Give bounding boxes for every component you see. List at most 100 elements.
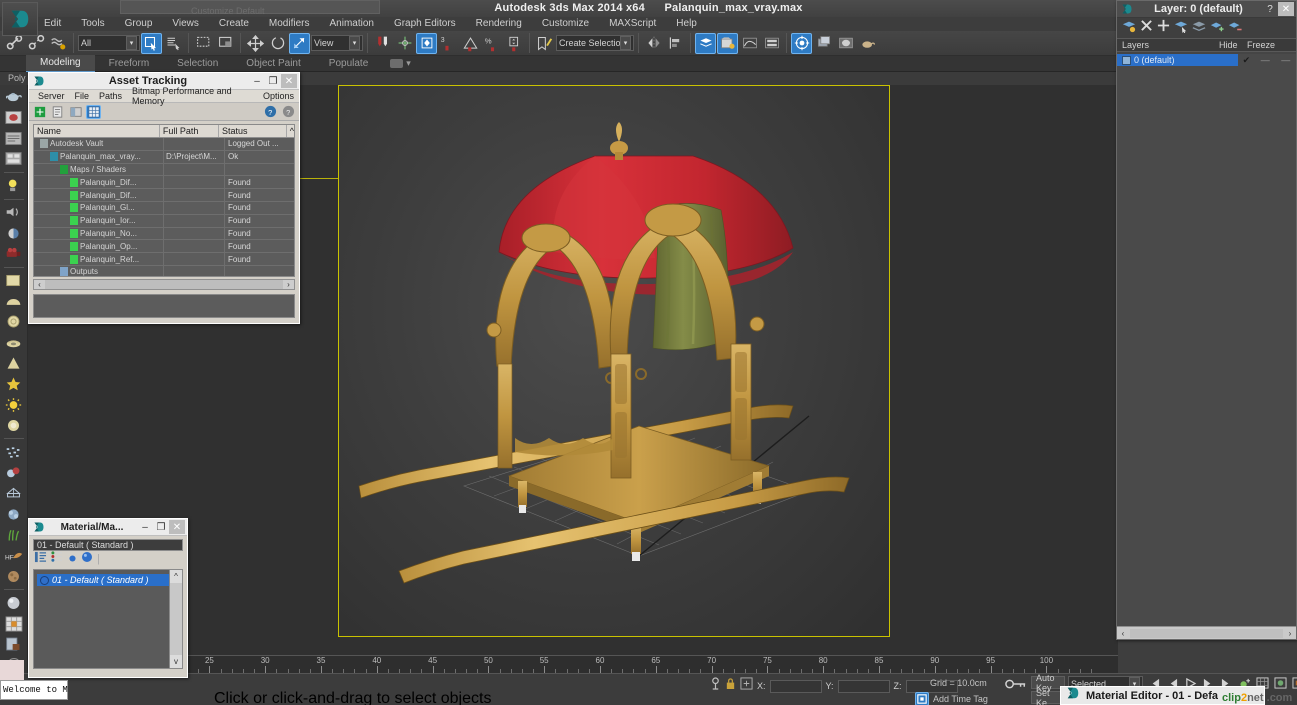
cone-primitive-icon[interactable] — [2, 353, 26, 373]
layer-list[interactable]: 0 (default) ✔ — — — [1117, 54, 1296, 626]
percent-snap-toggle-icon[interactable]: % — [482, 33, 503, 54]
menu-item-graph-editors[interactable]: Graph Editors — [384, 17, 466, 31]
asset-tracking-icon[interactable] — [717, 32, 738, 54]
render-frame-buffer-icon[interactable] — [2, 149, 26, 169]
snaps-toggle-icon[interactable] — [416, 32, 437, 54]
highlight-layer-icon[interactable] — [1192, 19, 1206, 38]
window-crossing-toggle-icon[interactable] — [215, 33, 236, 54]
time-tag-icon[interactable] — [915, 692, 929, 705]
utilities-icon[interactable] — [2, 635, 26, 655]
column-header-hide[interactable]: Hide — [1219, 40, 1247, 50]
layer-freeze-toggle[interactable]: — — [1255, 55, 1275, 65]
camera-target-icon[interactable] — [2, 223, 26, 243]
asset-row[interactable]: Palanquin_Dif... Found — [34, 189, 294, 202]
sphere-render-icon[interactable] — [2, 593, 26, 613]
scroll-up-icon[interactable]: ^ — [287, 125, 294, 137]
x-field[interactable] — [769, 679, 822, 693]
rendered-frame-window-icon[interactable] — [835, 33, 856, 54]
tab-populate[interactable]: Populate — [315, 56, 382, 72]
render-production-icon[interactable] — [857, 33, 878, 54]
asset-menu-file[interactable]: File — [70, 91, 95, 101]
detail-view-icon[interactable] — [68, 105, 83, 119]
named-selection-set-combo[interactable]: Create Selection Se▾ — [556, 35, 634, 51]
help-icon[interactable]: ? — [1262, 2, 1278, 16]
asset-row[interactable]: Palanquin_No... Found — [34, 227, 294, 241]
teapot-primitive-icon[interactable] — [2, 87, 26, 107]
tab-freeform[interactable]: Freeform — [95, 56, 164, 72]
asset-menu-paths[interactable]: Paths — [94, 91, 127, 101]
add-to-layer-icon[interactable] — [1157, 19, 1170, 37]
audio-helper-icon[interactable] — [2, 202, 26, 222]
ribbon-minimize-icon[interactable] — [390, 59, 404, 68]
render-preview-icon[interactable] — [2, 108, 26, 128]
sphere-primitive-icon[interactable] — [2, 291, 26, 311]
browser-tree-icon[interactable] — [51, 550, 64, 568]
minimize-button[interactable]: – — [137, 520, 153, 534]
small-material-sphere-icon[interactable] — [68, 550, 77, 568]
cylinder-primitive-icon[interactable] — [2, 312, 26, 332]
scroll-right-icon[interactable]: › — [283, 280, 294, 289]
select-object-icon[interactable] — [141, 32, 162, 54]
scroll-right-icon[interactable]: › — [1284, 629, 1296, 638]
layer-hscrollbar[interactable]: ‹ › — [1117, 626, 1296, 639]
help-secondary-icon[interactable]: ? — [281, 105, 296, 119]
material-list-item[interactable]: 01 - Default ( Standard ) — [37, 574, 179, 586]
edit-named-selection-sets-icon[interactable] — [534, 33, 555, 54]
select-layer-objects-icon[interactable] — [1174, 19, 1188, 38]
selection-filter-combo[interactable]: All ▾ — [78, 35, 140, 51]
y-field[interactable] — [837, 679, 890, 693]
scroll-thumb[interactable] — [45, 280, 283, 289]
layer-row-selected[interactable]: 0 (default) — [1117, 54, 1238, 66]
layer-row[interactable]: 0 (default) ✔ — — — [1117, 54, 1296, 66]
compound-object-icon[interactable] — [2, 504, 26, 524]
asset-row[interactable]: Palanquin_Dif... Found — [34, 176, 294, 190]
column-header-layers[interactable]: Layers — [1117, 40, 1219, 50]
scroll-down-icon[interactable]: v — [170, 655, 182, 668]
chevron-down-icon[interactable]: ▾ — [349, 36, 360, 50]
maximize-viewport-icon[interactable] — [1292, 676, 1297, 694]
material-map-browser-window[interactable]: Material/Ma... – ❐ ✕ 01 - Default ( Stan… — [28, 518, 188, 678]
menu-item-animation[interactable]: Animation — [319, 17, 383, 31]
sun-light-icon[interactable] — [2, 395, 26, 415]
schematic-view-icon[interactable] — [761, 33, 782, 54]
render-setup-icon[interactable] — [813, 33, 834, 54]
star-shape-icon[interactable] — [2, 374, 26, 394]
bind-to-space-warp-icon[interactable] — [48, 33, 69, 54]
help-icon[interactable]: ? — [263, 105, 278, 119]
render-settings-icon[interactable] — [2, 128, 26, 148]
timeline-ruler[interactable]: 101520253035404550556065707580859095100 — [28, 655, 1118, 673]
particles-icon[interactable] — [2, 442, 26, 462]
key-mode-icon[interactable] — [1005, 677, 1027, 696]
layer-hide-toggle[interactable]: ✔ — [1238, 55, 1255, 66]
box-primitive-icon[interactable] — [2, 271, 26, 291]
asset-tracking-grid[interactable]: Name Full Path Status ^ Autodesk Vault Lo… — [33, 124, 295, 277]
hair-and-fur-icon[interactable] — [2, 525, 26, 545]
close-button[interactable]: ✕ — [281, 74, 297, 88]
curve-editor-icon[interactable] — [739, 33, 760, 54]
scroll-left-icon[interactable]: ‹ — [1117, 629, 1129, 638]
hf-material-icon[interactable]: HF — [2, 546, 26, 566]
scroll-thumb[interactable] — [1130, 628, 1283, 638]
maximize-button[interactable]: ❐ — [153, 520, 169, 534]
menu-item-create[interactable]: Create — [209, 17, 259, 31]
align-icon[interactable] — [665, 33, 686, 54]
welcome-tooltip[interactable]: Welcome to M — [0, 680, 68, 700]
asset-row[interactable]: Palanquin_max_vray... D:\Project\M... Ok — [34, 150, 294, 164]
menu-item-group[interactable]: Group — [115, 17, 163, 31]
cloth-icon[interactable] — [2, 566, 26, 586]
material-editor-icon[interactable] — [791, 32, 812, 54]
perspective-viewport[interactable] — [338, 85, 890, 637]
tab-modeling[interactable]: Modeling — [26, 54, 95, 73]
material-sphere-icon[interactable] — [81, 550, 93, 568]
chevron-down-icon[interactable]: ▾ — [406, 58, 411, 69]
column-header-name[interactable]: Name — [34, 125, 160, 137]
layer-manager-titlebar[interactable]: Layer: 0 (default) ? ✕ — [1117, 1, 1296, 18]
tab-selection[interactable]: Selection — [163, 56, 232, 72]
chevron-down-icon[interactable]: ▾ — [126, 36, 137, 50]
grid-view-icon[interactable] — [86, 104, 101, 119]
menu-item-help[interactable]: Help — [666, 17, 707, 31]
menu-item-edit[interactable]: Edit — [34, 17, 71, 31]
angle-snap-icon[interactable] — [460, 33, 481, 54]
menu-item-customize[interactable]: Customize — [532, 17, 599, 31]
select-and-scale-icon[interactable] — [289, 32, 310, 54]
